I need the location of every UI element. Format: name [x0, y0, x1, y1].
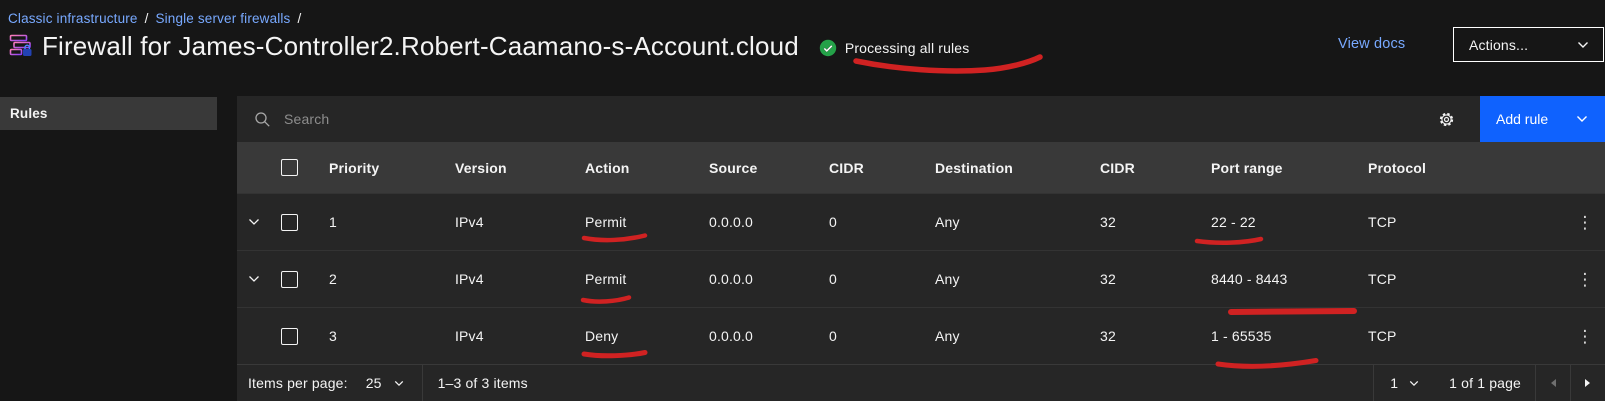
page-title: Firewall for James-Controller2.Robert-Ca…: [42, 31, 799, 62]
cell-port-range: 22 - 22: [1211, 214, 1368, 230]
cell-destination: Any: [935, 214, 1100, 230]
row-checkbox[interactable]: [281, 271, 298, 288]
items-range-text: 1–3 of 3 items: [438, 375, 528, 391]
cell-destination: Any: [935, 328, 1100, 344]
cell-priority: 2: [329, 271, 455, 287]
cell-destination: Any: [935, 271, 1100, 287]
chevron-down-icon: [1577, 41, 1589, 49]
select-all-checkbox[interactable]: [281, 159, 298, 176]
chevron-down-icon: [248, 275, 260, 283]
search-placeholder: Search: [284, 111, 329, 127]
gear-icon: [1438, 111, 1455, 128]
cell-port-range: 1 - 65535: [1211, 328, 1368, 344]
cell-dest-cidr: 32: [1100, 328, 1211, 344]
checkmark-filled-icon: [819, 39, 837, 57]
breadcrumb: Classic infrastructure / Single server f…: [8, 9, 301, 27]
cell-action: Deny: [585, 328, 709, 344]
cell-source: 0.0.0.0: [709, 214, 829, 230]
column-header-source: Source: [709, 160, 829, 176]
column-header-destination: Destination: [935, 160, 1100, 176]
row-overflow-menu[interactable]: ⋮: [1569, 322, 1602, 351]
cell-dest-cidr: 32: [1100, 271, 1211, 287]
cell-action: Permit: [585, 214, 709, 230]
actions-dropdown[interactable]: Actions...: [1453, 27, 1604, 62]
chevron-down-icon: [394, 380, 404, 387]
cell-priority: 1: [329, 214, 455, 230]
chevron-down-icon: [1576, 115, 1588, 123]
caret-right-icon: [1584, 378, 1592, 388]
page-number-select[interactable]: 1: [1373, 365, 1435, 401]
sidebar-item-rules[interactable]: Rules: [0, 97, 217, 130]
table-row: 2 IPv4 Permit 0.0.0.0 0 Any 32 8440 - 84…: [237, 250, 1605, 307]
breadcrumb-separator: /: [145, 11, 149, 26]
row-checkbox[interactable]: [281, 328, 298, 345]
table-toolbar: Search Add rule: [237, 96, 1605, 142]
row-overflow-menu[interactable]: ⋮: [1569, 265, 1602, 294]
cell-protocol: TCP: [1368, 271, 1565, 287]
column-header-priority: Priority: [329, 160, 455, 176]
cell-port-range: 8440 - 8443: [1211, 271, 1368, 287]
row-overflow-menu[interactable]: ⋮: [1569, 208, 1602, 237]
items-per-page-select[interactable]: 25: [366, 365, 422, 401]
cell-dest-cidr: 32: [1100, 214, 1211, 230]
cell-source: 0.0.0.0: [709, 328, 829, 344]
pagination-bar: Items per page: 25 1–3 of 3 items 1 1 of…: [237, 364, 1605, 401]
cell-source-cidr: 0: [829, 214, 935, 230]
cell-priority: 3: [329, 328, 455, 344]
caret-left-icon: [1549, 378, 1557, 388]
status-text: Processing all rules: [845, 40, 970, 56]
column-header-cidr: CIDR: [829, 160, 935, 176]
status-badge: Processing all rules: [819, 39, 970, 57]
column-header-protocol: Protocol: [1368, 160, 1565, 176]
row-expand-button[interactable]: [248, 218, 260, 226]
cell-source: 0.0.0.0: [709, 271, 829, 287]
cell-version: IPv4: [455, 328, 585, 344]
items-per-page-value: 25: [366, 375, 382, 391]
page-count-text: 1 of 1 page: [1435, 375, 1535, 391]
table-header-row: Priority Version Action Source CIDR Dest…: [237, 142, 1605, 193]
chevron-down-icon: [248, 218, 260, 226]
firewall-rules-table: Priority Version Action Source CIDR Dest…: [237, 142, 1605, 364]
items-per-page-label: Items per page:: [248, 375, 348, 391]
cell-version: IPv4: [455, 214, 585, 230]
cell-protocol: TCP: [1368, 328, 1565, 344]
cell-action: Permit: [585, 271, 709, 287]
pagination-left: Items per page: 25 1–3 of 3 items: [237, 365, 528, 401]
table-row: 3 IPv4 Deny 0.0.0.0 0 Any 32 1 - 65535 T…: [237, 307, 1605, 364]
pagination-right: 1 1 of 1 page: [1373, 365, 1605, 401]
divider: [422, 365, 423, 401]
column-header-version: Version: [455, 160, 585, 176]
cell-source-cidr: 0: [829, 271, 935, 287]
row-expand-button[interactable]: [248, 275, 260, 283]
actions-dropdown-label: Actions...: [1469, 37, 1528, 53]
breadcrumb-classic-infrastructure[interactable]: Classic infrastructure: [8, 11, 138, 26]
row-checkbox[interactable]: [281, 214, 298, 231]
column-header-action: Action: [585, 160, 709, 176]
sidebar-item-label: Rules: [10, 106, 48, 121]
add-rule-button[interactable]: Add rule: [1480, 96, 1605, 142]
page-header: Firewall for James-Controller2.Robert-Ca…: [8, 28, 969, 64]
search-icon: [254, 111, 271, 128]
column-header-cidr-2: CIDR: [1100, 160, 1211, 176]
next-page-button[interactable]: [1570, 365, 1605, 401]
page-number-value: 1: [1390, 375, 1398, 391]
cell-source-cidr: 0: [829, 328, 935, 344]
table-settings-button[interactable]: [1423, 96, 1469, 142]
firewall-icon: [8, 33, 34, 59]
previous-page-button[interactable]: [1535, 365, 1570, 401]
column-header-port-range: Port range: [1211, 160, 1368, 176]
add-rule-label: Add rule: [1496, 111, 1548, 127]
breadcrumb-single-server-firewalls[interactable]: Single server firewalls: [155, 11, 290, 26]
breadcrumb-separator: /: [297, 11, 301, 26]
table-row: 1 IPv4 Permit 0.0.0.0 0 Any 32 22 - 22 T…: [237, 193, 1605, 250]
chevron-down-icon: [1409, 380, 1419, 387]
view-docs-link[interactable]: View docs: [1338, 36, 1405, 52]
cell-version: IPv4: [455, 271, 585, 287]
search-input[interactable]: Search: [237, 96, 1423, 142]
cell-protocol: TCP: [1368, 214, 1565, 230]
